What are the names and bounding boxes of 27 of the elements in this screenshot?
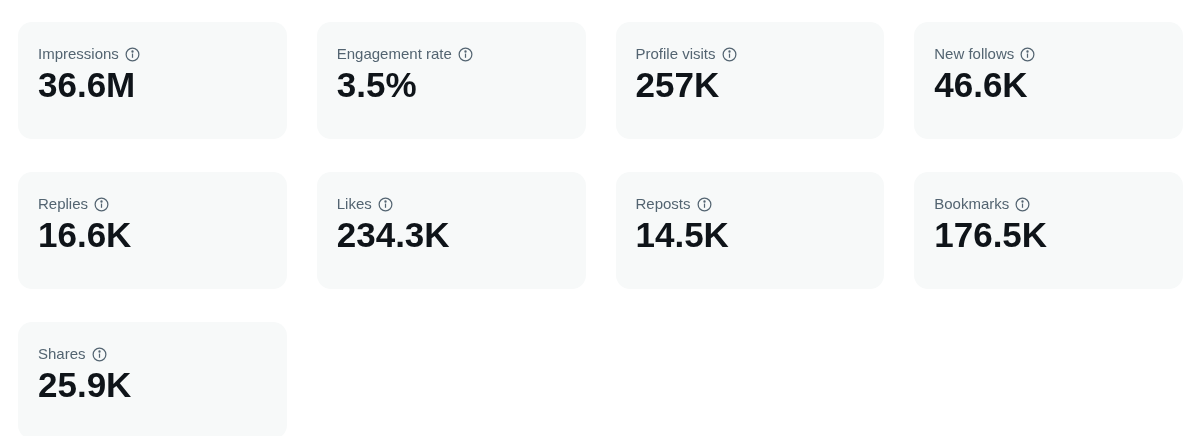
metric-value: 25.9K [38, 365, 132, 405]
info-icon[interactable] [1020, 46, 1036, 62]
metric-value: 3.5% [336, 65, 417, 105]
info-icon[interactable] [94, 196, 110, 212]
metric-value: 176.5K [934, 215, 1048, 255]
info-icon[interactable] [696, 196, 712, 212]
metric-label: Shares [38, 344, 86, 364]
info-icon[interactable] [377, 196, 393, 212]
metric-label: Reposts [635, 194, 691, 214]
info-icon[interactable] [1015, 196, 1031, 212]
info-icon[interactable] [91, 346, 107, 362]
info-icon[interactable] [457, 46, 473, 62]
metric-value: 234.3K [336, 215, 450, 255]
metric-label: Impressions [38, 44, 119, 64]
metric-value: 36.6M [38, 65, 136, 105]
metric-label: Replies [38, 194, 89, 214]
info-icon[interactable] [124, 46, 140, 62]
metric-label: Likes [336, 194, 372, 214]
info-icon[interactable] [721, 46, 737, 62]
metric-label: Bookmarks [934, 194, 1010, 214]
metric-value: 16.6K [38, 215, 132, 255]
metric-label: Engagement rate [336, 44, 452, 64]
metric-value: 46.6K [934, 65, 1028, 105]
metric-label: New follows [934, 44, 1015, 64]
metric-label: Profile visits [635, 44, 716, 64]
metric-value: 257K [635, 65, 720, 105]
metric-value: 14.5K [635, 215, 729, 255]
